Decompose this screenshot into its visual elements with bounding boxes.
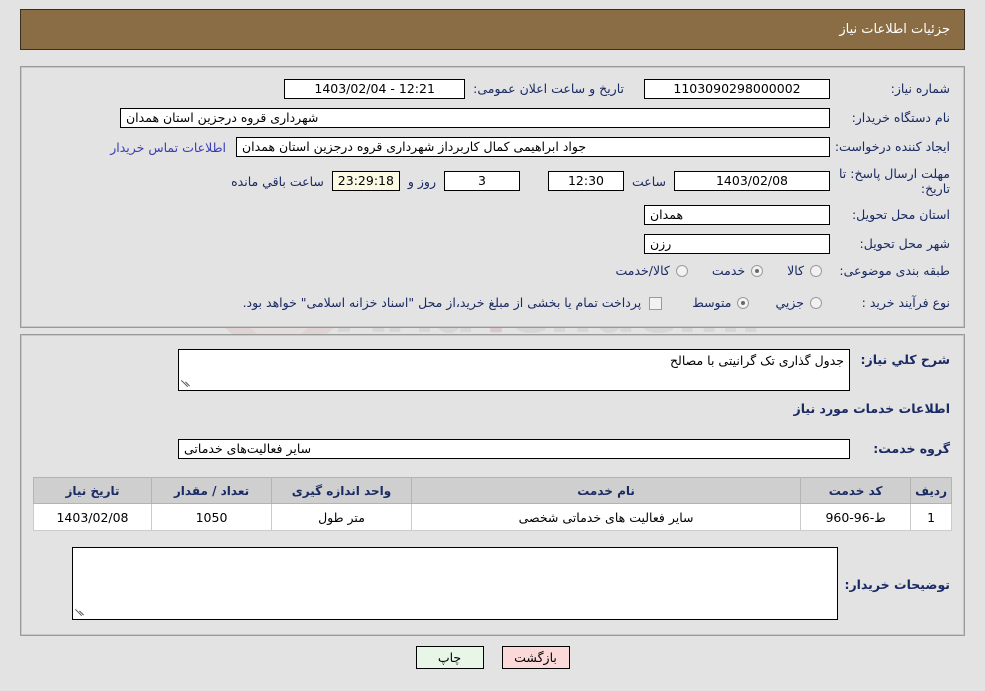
cell-unit: متر طول <box>271 503 412 531</box>
radio-khedmat-icon[interactable] <box>751 265 764 277</box>
city-label: شهر محل تحویل: <box>859 236 950 251</box>
city-field[interactable]: رزن <box>644 234 830 254</box>
treasury-doc-note: پرداخت تمام یا بخشی از مبلغ خرید،از محل … <box>242 295 642 310</box>
deadline-date-field[interactable]: 1403/02/08 <box>674 171 830 191</box>
action-buttons: بازگشت چاپ <box>0 646 985 669</box>
cell-service-code: 960-96-ط <box>800 503 912 531</box>
buyer-notes-row: توضیحات خریدار: <box>72 547 950 620</box>
radio-jozi-icon[interactable] <box>810 297 822 309</box>
process-option-jozi[interactable]: جزیي <box>775 295 822 311</box>
creator-field[interactable]: جواد ابراهیمی کمال کاربرداز شهرداری قروه… <box>236 137 830 157</box>
col-need-date: تاریخ نیاز <box>33 477 152 504</box>
deadline-days-field[interactable]: 3 <box>443 171 520 191</box>
deadline-hour-field[interactable]: 12:30 <box>547 171 624 191</box>
process-option-motevaset[interactable]: متوسط <box>692 295 750 311</box>
col-service-name: نام خدمت <box>410 477 802 504</box>
process-type-label: نوع فرآیند خرید : <box>861 295 950 310</box>
buyer-contact-link[interactable]: اطلاعات تماس خریدار <box>110 140 226 155</box>
services-section-title: اطلاعات خدمات مورد نیاز <box>793 401 951 416</box>
creator-label: ایجاد کننده درخواست: <box>834 139 950 154</box>
cell-service-name: سایر فعالیت های خدماتی شخصی <box>410 503 802 531</box>
process-option-motevaset-label: متوسط <box>692 295 732 310</box>
section-title-row: اطلاعات خدمات مورد نیاز <box>794 401 951 417</box>
deadline-days-label: روز و <box>407 173 436 189</box>
province-row: استان محل تحویل: همدان <box>644 205 950 225</box>
resize-grip-icon[interactable] <box>181 379 191 389</box>
page-root: جزئیات اطلاعات نیاز AriaTender.ir شماره … <box>0 0 985 691</box>
service-group-label: گروه خدمت: <box>873 441 950 456</box>
col-row: ردیف <box>910 477 952 504</box>
buyer-notes-value <box>73 548 837 551</box>
services-table-wrapper: ردیف کد خدمت نام خدمت واحد اندازه گیری ت… <box>33 477 952 531</box>
page-header: جزئیات اطلاعات نیاز <box>20 9 965 50</box>
countdown-label: ساعت باقي مانده <box>231 173 324 189</box>
public-announce-field[interactable]: 1403/02/04 - 12:21 <box>284 79 466 99</box>
general-desc-textarea[interactable]: جدول گذاری تک گرانیتی با مصالح <box>178 349 850 391</box>
category-option-khedmat-label: خدمت <box>711 263 746 278</box>
radio-motevaset-icon[interactable] <box>737 297 750 309</box>
page-title: جزئیات اطلاعات نیاز <box>839 22 950 37</box>
need-number-field[interactable]: 1103090298000002 <box>644 79 830 99</box>
category-row: طبقه بندی موضوعی: کالا خدمت کالا/خدمت <box>615 263 950 279</box>
buyer-org-field[interactable]: شهرداری قروه درجزین استان همدان <box>120 108 830 128</box>
buyer-notes-textarea[interactable] <box>72 547 838 620</box>
cell-row: 1 <box>910 503 952 531</box>
general-desc-label: شرح کلي نیاز: <box>860 352 950 367</box>
col-unit: واحد اندازه گیری <box>271 477 412 504</box>
back-button[interactable]: بازگشت <box>501 646 570 669</box>
process-option-jozi-label: جزیي <box>775 295 804 310</box>
col-quantity: تعداد / مقدار <box>151 477 272 504</box>
service-details-panel: شرح کلي نیاز: جدول گذاری تک گرانیتی با م… <box>20 334 965 636</box>
cell-quantity: 1050 <box>151 503 272 531</box>
service-group-row: گروه خدمت: سایر فعالیت‌های خدماتی <box>178 439 950 459</box>
table-row[interactable]: 1 960-96-ط سایر فعالیت های خدماتی شخصی م… <box>33 503 952 531</box>
city-row: شهر محل تحویل: رزن <box>644 234 950 254</box>
cell-need-date: 1403/02/08 <box>33 503 152 531</box>
deadline-hour-label: ساعت <box>631 173 666 189</box>
public-announce-row: تاریخ و ساعت اعلان عمومی: 1403/02/04 - 1… <box>284 79 624 99</box>
resize-grip-icon[interactable] <box>75 608 85 618</box>
general-desc-row: شرح کلي نیاز: جدول گذاری تک گرانیتی با م… <box>178 349 950 391</box>
need-number-label: شماره نیاز: <box>890 81 950 96</box>
province-field[interactable]: همدان <box>644 205 830 225</box>
general-desc-value: جدول گذاری تک گرانیتی با مصالح <box>669 353 844 368</box>
public-announce-label: تاریخ و ساعت اعلان عمومی: <box>473 81 624 96</box>
col-service-code: کد خدمت <box>800 477 912 504</box>
countdown-field: 23:29:18 <box>331 171 400 191</box>
category-option-kala-khedmat[interactable]: کالا/خدمت <box>615 263 688 279</box>
service-group-field[interactable]: سایر فعالیت‌های خدماتی <box>178 439 850 459</box>
radio-kala-icon[interactable] <box>810 265 822 277</box>
process-type-row: نوع فرآیند خرید : جزیي متوسط پرداخت تمام… <box>243 295 950 311</box>
buyer-notes-label: توضیحات خریدار: <box>844 577 950 592</box>
buyer-org-row: نام دستگاه خریدار: شهرداری قروه درجزین ا… <box>120 108 950 128</box>
print-button[interactable]: چاپ <box>415 646 484 669</box>
treasury-doc-checkbox-group[interactable]: پرداخت تمام یا بخشی از مبلغ خرید،از محل … <box>243 295 663 311</box>
services-table: ردیف کد خدمت نام خدمت واحد اندازه گیری ت… <box>33 477 952 531</box>
treasury-doc-checkbox[interactable] <box>649 296 663 310</box>
category-option-kala-khedmat-label: کالا/خدمت <box>615 263 670 278</box>
radio-kala-khedmat-icon[interactable] <box>675 265 688 277</box>
category-option-kala-label: کالا <box>787 263 804 278</box>
need-summary-panel: شماره نیاز: 1103090298000002 تاریخ و ساع… <box>20 66 965 328</box>
creator-row: ایجاد کننده درخواست: جواد ابراهیمی کمال … <box>110 137 950 157</box>
province-label: استان محل تحویل: <box>851 207 950 222</box>
category-option-khedmat[interactable]: خدمت <box>711 263 764 279</box>
category-option-kala[interactable]: کالا <box>787 263 822 279</box>
buyer-org-label: نام دستگاه خریدار: <box>851 110 950 125</box>
category-label: طبقه بندی موضوعی: <box>839 263 950 278</box>
deadline-row: مهلت ارسال پاسخ: تا تاریخ: 1403/02/08 سا… <box>231 166 950 196</box>
need-number-row: شماره نیاز: 1103090298000002 <box>644 79 950 99</box>
table-header-row: ردیف کد خدمت نام خدمت واحد اندازه گیری ت… <box>33 477 952 504</box>
deadline-label: مهلت ارسال پاسخ: تا تاریخ: <box>839 166 950 196</box>
